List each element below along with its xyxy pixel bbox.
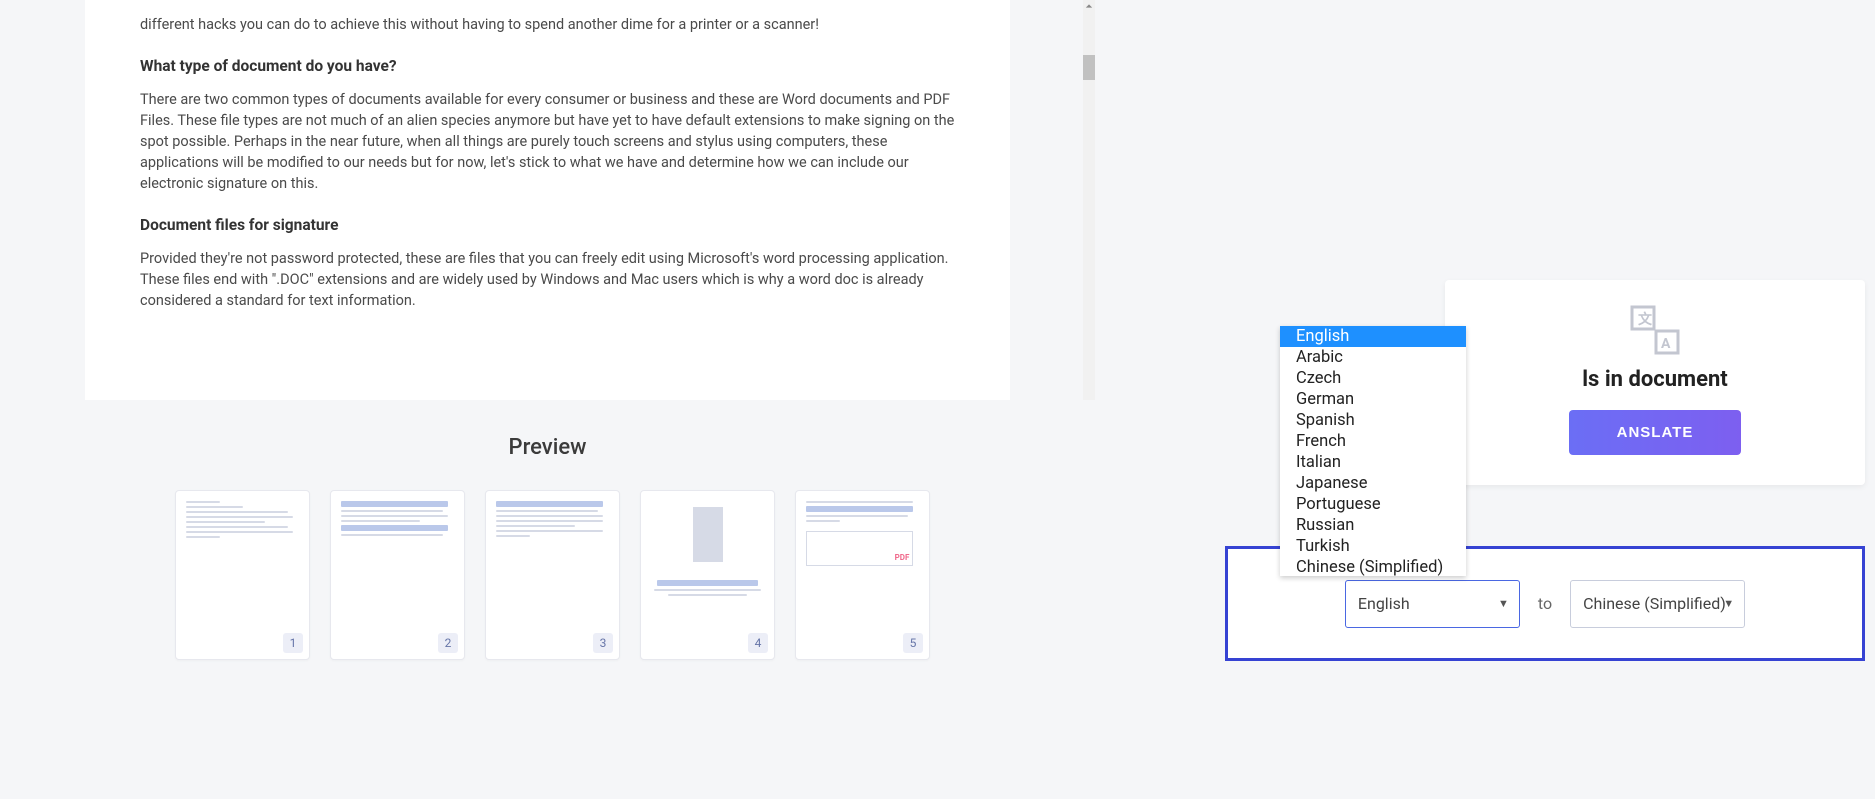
lang-option[interactable]: Russian	[1280, 515, 1466, 536]
preview-thumb[interactable]: PDF 5	[795, 490, 930, 660]
article-text: There are two common types of documents …	[140, 89, 955, 194]
article-panel: different hacks you can do to achieve th…	[85, 0, 1010, 400]
source-language-select[interactable]: English ▼	[1345, 580, 1520, 628]
scroll-up-button[interactable]	[1083, 0, 1095, 12]
lang-option[interactable]: Spanish	[1280, 410, 1466, 431]
svg-text:A: A	[1661, 336, 1671, 352]
article-text: Provided they're not password protected,…	[140, 248, 955, 311]
lang-option[interactable]: German	[1280, 389, 1466, 410]
thumb-page-badge: 3	[593, 633, 613, 653]
chevron-down-icon: ▼	[1723, 597, 1734, 610]
translate-icon: 文 A	[1630, 305, 1680, 355]
lang-option[interactable]: Arabic	[1280, 347, 1466, 368]
main-content: different hacks you can do to achieve th…	[0, 0, 1095, 799]
to-label: to	[1538, 594, 1552, 613]
article-heading: What type of document do you have?	[140, 57, 955, 75]
lang-option[interactable]: French	[1280, 431, 1466, 452]
preview-section: Preview 1 2	[0, 400, 1095, 660]
thumb-page-badge: 1	[283, 633, 303, 653]
thumb-page-badge: 5	[903, 633, 923, 653]
sidebar: 文 A ls in document ANSLATE English Arabi…	[1095, 0, 1875, 799]
thumb-page-badge: 4	[748, 633, 768, 653]
translate-widget: 文 A ls in document ANSLATE	[1445, 280, 1865, 485]
article-scrollbar[interactable]	[1083, 0, 1095, 400]
lang-option[interactable]: Portuguese	[1280, 494, 1466, 515]
chevron-down-icon: ▼	[1498, 597, 1509, 610]
target-language-select[interactable]: Chinese (Simplified) ▼	[1570, 580, 1745, 628]
select-value: English	[1358, 594, 1410, 613]
translate-button[interactable]: ANSLATE	[1569, 410, 1742, 455]
article-heading: Document files for signature	[140, 216, 955, 234]
preview-thumb[interactable]: 2	[330, 490, 465, 660]
preview-title: Preview	[0, 435, 1095, 460]
preview-thumb[interactable]: 3	[485, 490, 620, 660]
select-value: Chinese (Simplified)	[1583, 594, 1726, 613]
scrollbar-thumb[interactable]	[1083, 55, 1095, 80]
preview-thumb[interactable]: 1	[175, 490, 310, 660]
thumb-page-badge: 2	[438, 633, 458, 653]
lang-option[interactable]: English	[1280, 326, 1466, 347]
translate-heading: ls in document	[1475, 367, 1835, 392]
lang-option[interactable]: Chinese (Simplified)	[1280, 557, 1466, 576]
lang-option[interactable]: Turkish	[1280, 536, 1466, 557]
lang-option[interactable]: Japanese	[1280, 473, 1466, 494]
language-dropdown-open[interactable]: English Arabic Czech German Spanish Fren…	[1280, 326, 1466, 576]
lang-option[interactable]: Italian	[1280, 452, 1466, 473]
lang-option[interactable]: Czech	[1280, 368, 1466, 389]
article-text: different hacks you can do to achieve th…	[140, 14, 955, 35]
preview-thumb[interactable]: 4	[640, 490, 775, 660]
svg-text:文: 文	[1638, 311, 1653, 328]
preview-thumbnails: 1 2 3	[0, 490, 1095, 660]
